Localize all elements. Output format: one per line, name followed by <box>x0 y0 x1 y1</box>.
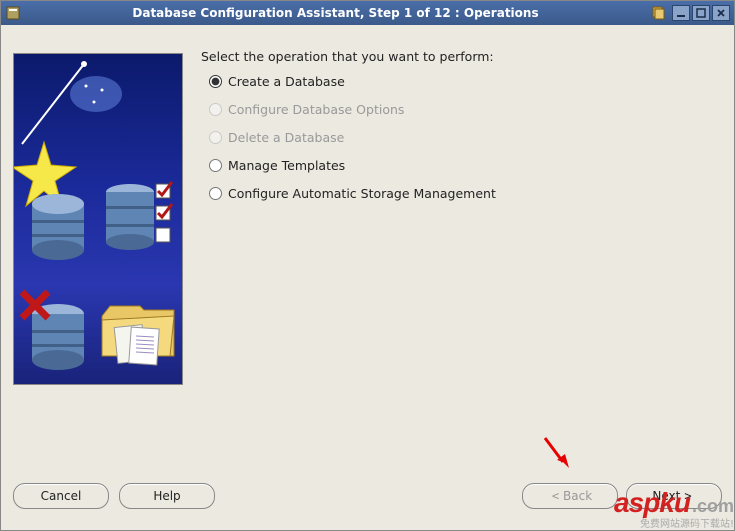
minimize-button[interactable] <box>672 5 690 21</box>
option-label: Manage Templates <box>228 158 345 173</box>
back-button: < Back <box>522 483 618 509</box>
titlebar: Database Configuration Assistant, Step 1… <box>1 1 734 25</box>
chevron-left-icon: < <box>552 489 559 503</box>
close-button[interactable] <box>712 5 730 21</box>
radio-configure-database-options <box>209 103 222 116</box>
watermark-subtitle: 免费网站源码下载站! <box>614 515 734 530</box>
app-icon <box>5 5 21 21</box>
radio-create-database[interactable] <box>209 75 222 88</box>
option-create-database[interactable]: Create a Database <box>209 74 712 89</box>
maximize-button[interactable] <box>692 5 710 21</box>
main-panel: Select the operation that you want to pe… <box>183 39 722 472</box>
help-button[interactable]: Help <box>119 483 215 509</box>
option-manage-templates[interactable]: Manage Templates <box>209 158 712 173</box>
radio-manage-templates[interactable] <box>209 159 222 172</box>
content-area: Select the operation that you want to pe… <box>1 25 734 472</box>
button-label: Help <box>153 489 180 503</box>
chevron-right-icon: > <box>684 489 691 503</box>
prompt-text: Select the operation that you want to pe… <box>201 49 712 64</box>
window: Database Configuration Assistant, Step 1… <box>0 0 735 531</box>
option-label: Configure Database Options <box>228 102 404 117</box>
window-title: Database Configuration Assistant, Step 1… <box>27 6 644 20</box>
wizard-side-graphic <box>13 53 183 385</box>
option-label: Configure Automatic Storage Management <box>228 186 496 201</box>
option-label: Delete a Database <box>228 130 344 145</box>
option-configure-asm[interactable]: Configure Automatic Storage Management <box>209 186 712 201</box>
option-delete-database: Delete a Database <box>209 130 712 145</box>
next-button[interactable]: Next > <box>626 483 722 509</box>
button-label: Cancel <box>41 489 82 503</box>
radio-delete-database <box>209 131 222 144</box>
radio-configure-asm[interactable] <box>209 187 222 200</box>
option-label: Create a Database <box>228 74 345 89</box>
option-configure-database-options: Configure Database Options <box>209 102 712 117</box>
wizard-footer: Cancel Help < Back Next > aspku.com 免费网站… <box>1 472 734 530</box>
window-controls <box>672 5 730 21</box>
nav-buttons: < Back Next > <box>522 483 722 509</box>
button-label: Next <box>652 489 680 503</box>
cancel-button[interactable]: Cancel <box>13 483 109 509</box>
operation-options: Create a Database Configure Database Opt… <box>209 74 712 201</box>
restore-app-icon <box>650 5 666 21</box>
button-label: Back <box>563 489 592 503</box>
